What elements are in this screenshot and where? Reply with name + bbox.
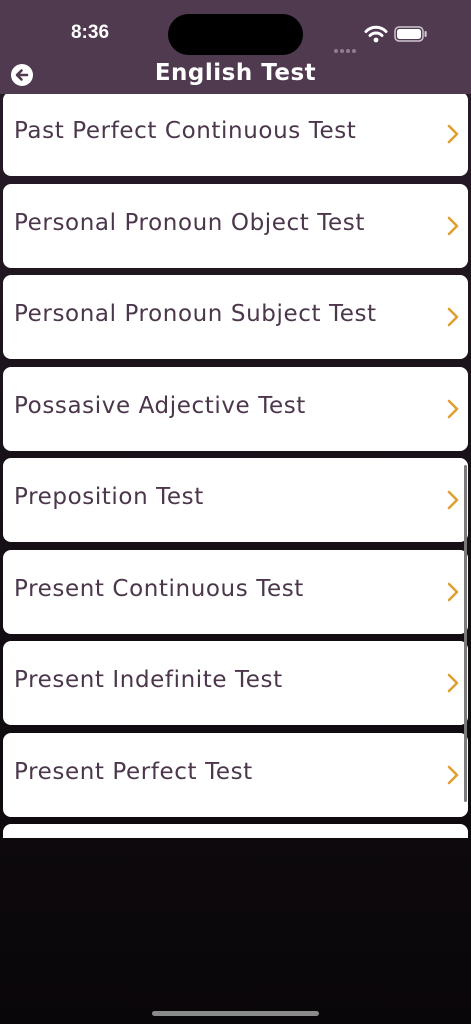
test-list: Past Perfect Continuous Test Personal Pro… — [0, 94, 471, 838]
chevron-right-icon — [447, 673, 459, 693]
home-indicator[interactable] — [152, 1011, 319, 1016]
top-bar: 8:36 English Test — [0, 0, 471, 94]
chevron-right-icon — [447, 399, 459, 418]
list-item[interactable]: Preposition Test — [3, 458, 468, 542]
list-item[interactable]: Present Perfect Test — [3, 732, 468, 817]
list-item[interactable]: Present Continuous Test — [3, 549, 468, 634]
wifi-icon — [364, 25, 388, 43]
list-item-label: Present Perfect Test — [14, 758, 253, 785]
chevron-right-icon — [447, 765, 459, 784]
page-title: English Test — [154, 60, 317, 86]
screen: 8:36 English Test Past Perfect Continuou… — [0, 0, 471, 1024]
cellular-signal-icon — [334, 38, 358, 53]
list-item-label: Possasive Adjective Test — [14, 392, 306, 419]
list-item[interactable]: Past Perfect Continuous Test — [3, 94, 468, 176]
list-item[interactable]: Present Indefinite Test — [3, 641, 468, 725]
list-item[interactable]: Personal Pronoun Subject Test — [3, 275, 468, 359]
list-item[interactable]: Possasive Adjective Test — [3, 366, 468, 451]
list-item[interactable]: Personal Pronoun Object Test — [3, 183, 468, 268]
list-item-label: Personal Pronoun Object Test — [14, 209, 365, 236]
chevron-right-icon — [447, 490, 459, 510]
scroll-indicator[interactable] — [464, 465, 467, 802]
chevron-right-icon — [447, 582, 459, 601]
list-item-label: Past Perfect Continuous Test — [14, 118, 357, 144]
battery-icon — [394, 26, 427, 42]
list-item-label: Present Indefinite Test — [14, 667, 283, 693]
dynamic-island — [168, 14, 303, 55]
list-item-label: Present Continuous Test — [14, 575, 304, 602]
chevron-right-icon — [447, 307, 459, 327]
list-item-label: Preposition Test — [14, 484, 204, 510]
list-item-label: Personal Pronoun Subject Test — [14, 301, 377, 327]
back-button[interactable] — [10, 63, 34, 87]
list-item-partial[interactable] — [3, 824, 468, 838]
chevron-right-icon — [447, 124, 459, 144]
chevron-right-icon — [447, 216, 459, 235]
status-time: 8:36 — [70, 22, 110, 43]
